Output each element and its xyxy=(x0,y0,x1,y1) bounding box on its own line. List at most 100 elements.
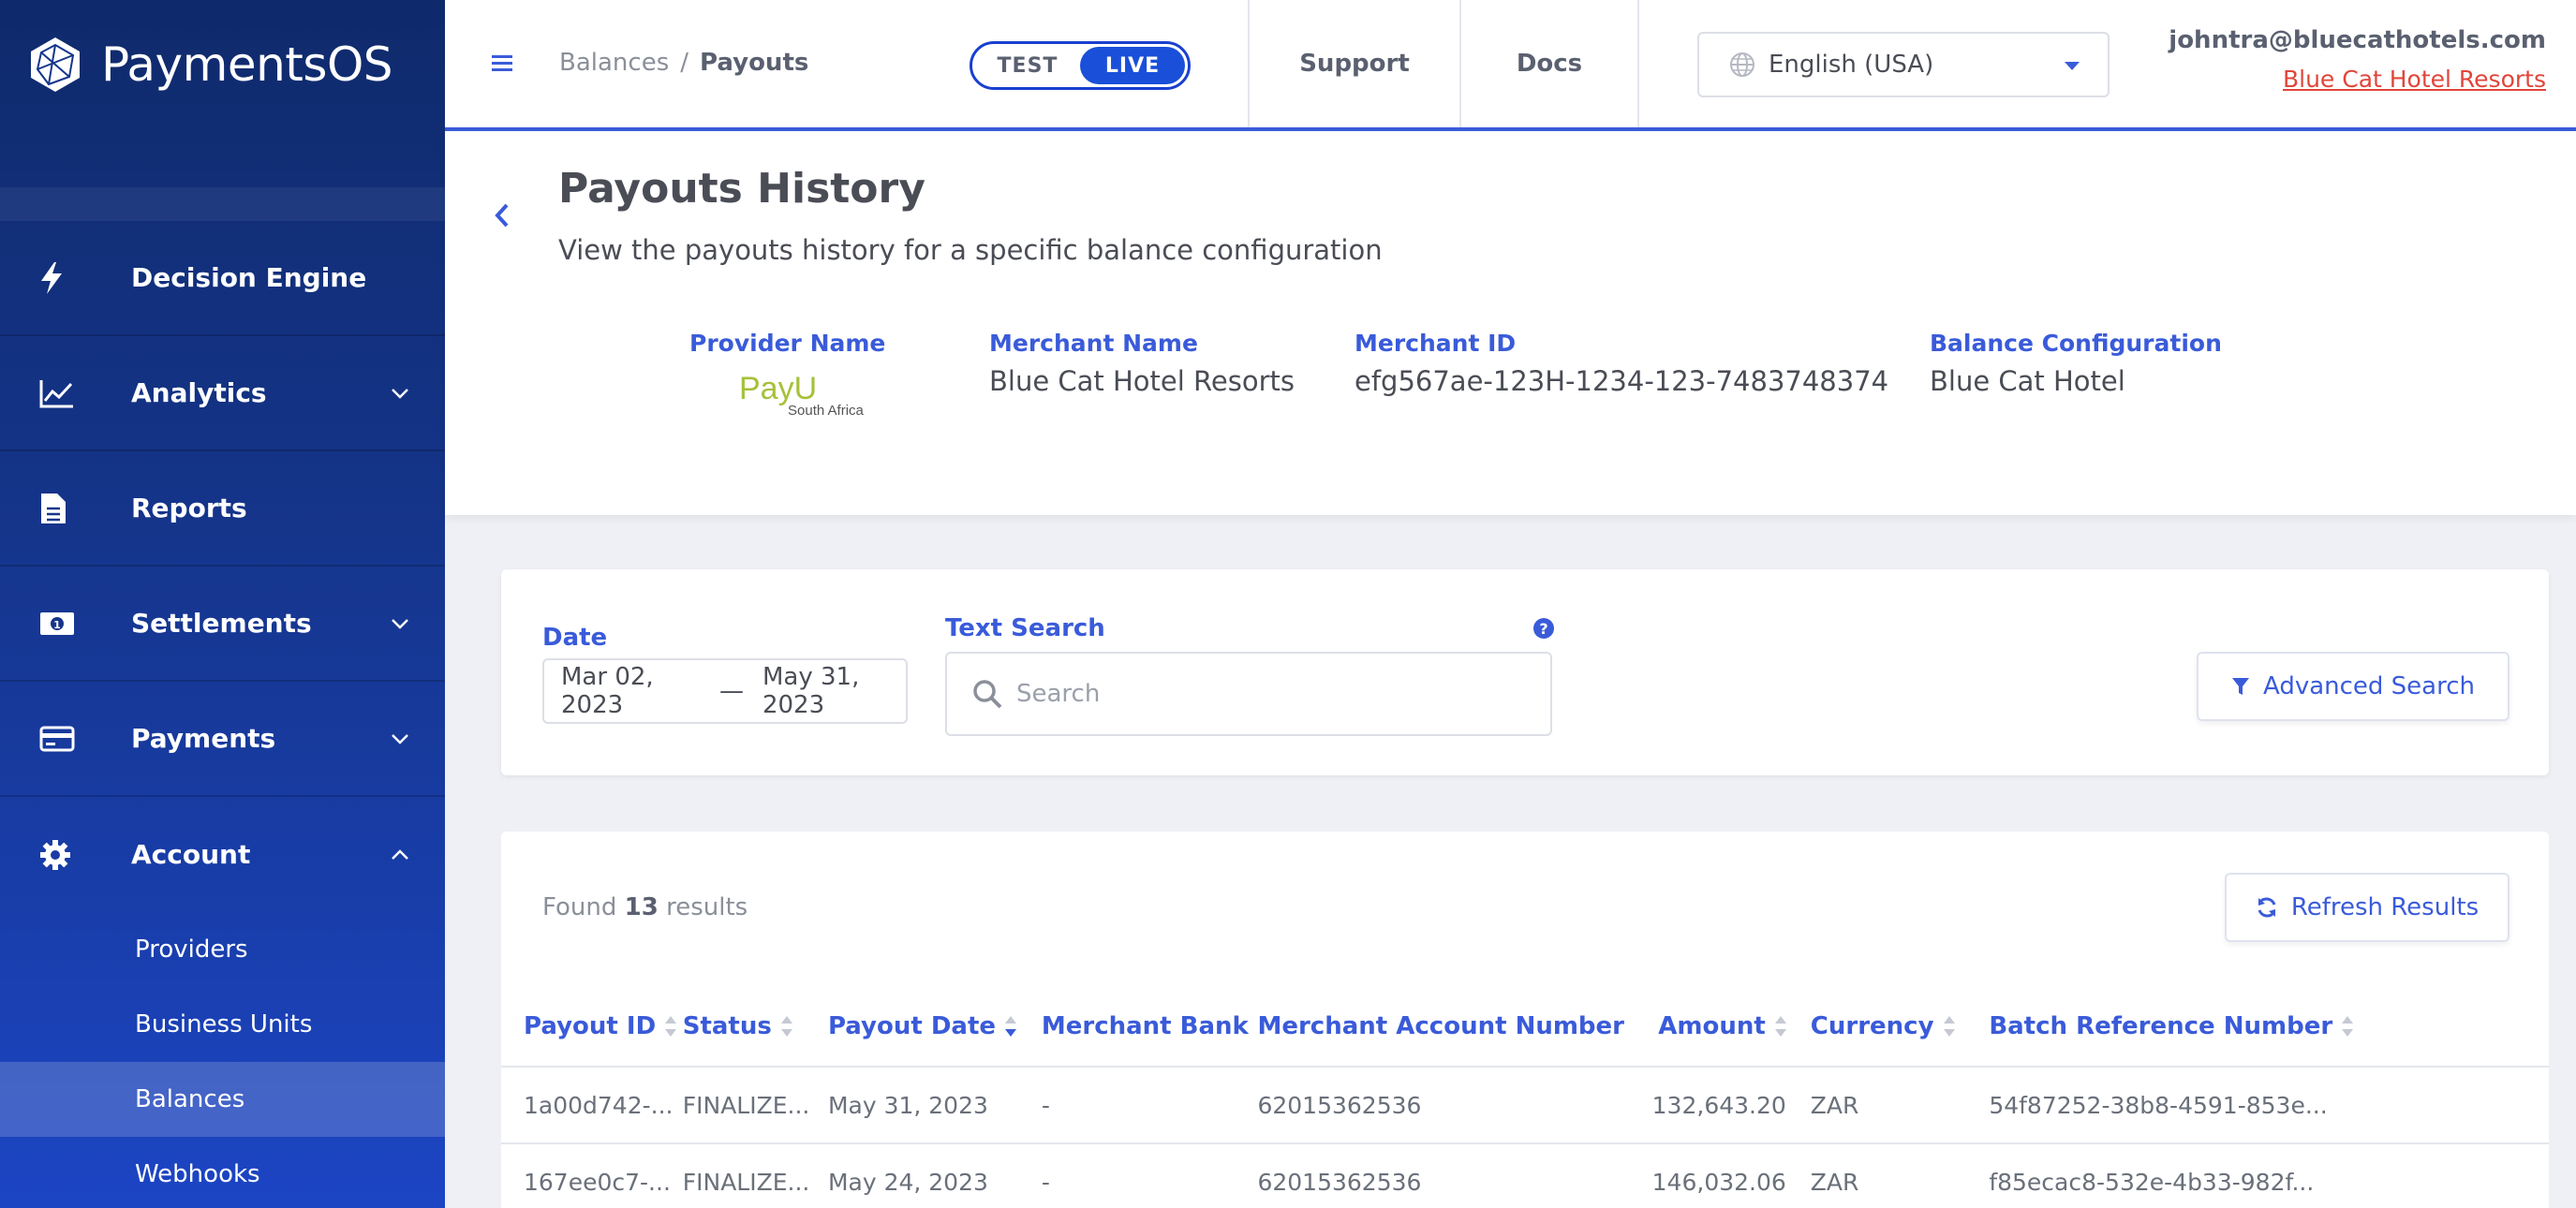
column-header-currency[interactable]: Currency xyxy=(1810,986,1990,1068)
account-submenu: Providers Business Units Balances Webhoo… xyxy=(0,912,445,1208)
cell-merchant-account-number: 62015362536 xyxy=(1257,1067,1624,1144)
breadcrumb-current: Payouts xyxy=(700,49,809,77)
cell-status: FINALIZE... xyxy=(682,1143,828,1208)
cell-payout-date: May 31, 2023 xyxy=(827,1067,1042,1144)
search-panel: Date Mar 02, 2023 — May 31, 2023 Text Se… xyxy=(501,569,2549,775)
document-icon xyxy=(0,492,131,525)
caret-down-icon xyxy=(2065,62,2080,70)
refresh-icon xyxy=(2258,897,2276,918)
advanced-search-button[interactable]: Advanced Search xyxy=(2197,652,2509,721)
chevron-down-icon xyxy=(392,733,408,744)
sidebar-item-label: Reports xyxy=(131,493,247,523)
date-from: Mar 02, 2023 xyxy=(561,663,654,719)
cell-currency: ZAR xyxy=(1810,1067,1990,1144)
docs-link[interactable]: Docs xyxy=(1459,0,1637,127)
sidebar-subitem-providers[interactable]: Providers xyxy=(0,912,445,987)
cell-status: FINALIZE... xyxy=(682,1067,828,1144)
sidebar-item-settlements[interactable]: 1 Settlements xyxy=(0,567,445,682)
bolt-icon xyxy=(0,261,131,294)
date-range-picker[interactable]: Mar 02, 2023 — May 31, 2023 xyxy=(542,658,908,724)
breadcrumb-separator: / xyxy=(680,49,689,77)
merchant-name-value: Blue Cat Hotel Resorts xyxy=(989,365,1295,397)
sidebar-subitem-business-units[interactable]: Business Units xyxy=(0,987,445,1062)
user-info: johntra@bluecathotels.com Blue Cat Hotel… xyxy=(2169,26,2546,93)
results-found-prefix: Found xyxy=(542,893,617,921)
column-header-payout-date[interactable]: Payout Date xyxy=(827,986,1042,1068)
sort-icon[interactable] xyxy=(2342,1016,2354,1037)
environment-toggle[interactable]: TEST LIVE xyxy=(970,41,1191,90)
support-link[interactable]: Support xyxy=(1248,0,1459,127)
hamburger-menu-icon[interactable] xyxy=(492,52,512,73)
cell-currency: ZAR xyxy=(1810,1143,1990,1208)
sort-desc-icon[interactable] xyxy=(1005,1016,1017,1037)
sidebar-subitem-balances[interactable]: Balances xyxy=(0,1062,445,1137)
date-separator: — xyxy=(718,677,744,705)
sidebar-item-label: Payments xyxy=(131,723,276,754)
column-header-status[interactable]: Status xyxy=(682,986,828,1068)
table-row[interactable]: 167ee0c7-... FINALIZE... May 24, 2023 - … xyxy=(501,1143,2549,1208)
provider-name-label: Provider Name xyxy=(689,330,886,357)
cell-payout-id: 167ee0c7-... xyxy=(501,1143,683,1208)
topbar-divider xyxy=(1637,0,1639,127)
back-arrow-icon[interactable] xyxy=(492,201,511,229)
globe-icon xyxy=(1730,52,1754,77)
svg-text:1: 1 xyxy=(53,619,61,631)
sidebar-subitem-webhooks[interactable]: Webhooks xyxy=(0,1137,445,1208)
column-header-merchant-account-number: Merchant Account Number xyxy=(1257,986,1624,1068)
sidebar-item-account[interactable]: Account xyxy=(0,797,445,912)
sidebar-item-label: Decision Engine xyxy=(131,262,367,293)
sidebar-item-analytics[interactable]: Analytics xyxy=(0,336,445,451)
text-search-label: Text Search xyxy=(945,614,1105,642)
cell-amount: 146,032.06 xyxy=(1624,1143,1811,1208)
sidebar-item-decision-engine[interactable]: Decision Engine xyxy=(0,221,445,336)
sidebar-item-payments[interactable]: Payments xyxy=(0,682,445,797)
balance-config-value: Blue Cat Hotel xyxy=(1930,365,2125,397)
language-select[interactable]: English (USA) xyxy=(1697,32,2110,97)
sidebar-item-label: Settlements xyxy=(131,608,312,639)
env-live-option[interactable]: LIVE xyxy=(1080,47,1185,84)
merchant-name-label: Merchant Name xyxy=(989,330,1198,357)
refresh-results-button[interactable]: Refresh Results xyxy=(2225,873,2509,942)
sidebar-nav: Decision Engine Analytics Reports 1 Sett… xyxy=(0,221,445,1208)
page-title: Payouts History xyxy=(558,165,925,213)
provider-logo: PayU South Africa xyxy=(739,373,864,419)
sort-icon[interactable] xyxy=(665,1016,677,1037)
search-input[interactable] xyxy=(1016,680,1485,708)
results-found-suffix: results xyxy=(666,893,748,921)
merchant-id-value: efg567ae-123H-1234-123-7483748374 xyxy=(1355,365,1889,397)
cell-batch-reference: f85ecac8-532e-4b33-982f... xyxy=(1989,1143,2549,1208)
sidebar-divider xyxy=(0,187,445,221)
breadcrumb: Balances / Payouts xyxy=(559,49,808,77)
sort-icon[interactable] xyxy=(780,1016,792,1037)
date-label: Date xyxy=(542,624,608,652)
breadcrumb-parent-link[interactable]: Balances xyxy=(559,49,669,77)
language-value: English (USA) xyxy=(1769,51,1934,79)
cell-merchant-bank: - xyxy=(1041,1067,1258,1144)
sidebar-item-reports[interactable]: Reports xyxy=(0,451,445,567)
search-field[interactable] xyxy=(945,652,1552,736)
help-icon[interactable]: ? xyxy=(1533,618,1554,639)
table-header-row: Payout ID Status Payout Date Merchant Ba… xyxy=(501,986,2549,1068)
gear-icon xyxy=(0,839,131,871)
balance-config-label: Balance Configuration xyxy=(1930,330,2222,357)
column-header-amount[interactable]: Amount xyxy=(1624,986,1811,1068)
sort-icon[interactable] xyxy=(1774,1016,1786,1037)
search-icon xyxy=(973,680,1002,709)
cell-payout-date: May 24, 2023 xyxy=(827,1143,1042,1208)
page-subtitle: View the payouts history for a specific … xyxy=(558,234,1383,266)
cell-amount: 132,643.20 xyxy=(1624,1067,1811,1144)
sidebar-item-label: Analytics xyxy=(131,377,267,408)
payouts-table: Payout ID Status Payout Date Merchant Ba… xyxy=(501,986,2549,1208)
sidebar-item-label: Account xyxy=(131,839,251,870)
cell-merchant-bank: - xyxy=(1041,1143,1258,1208)
merchant-id-label: Merchant ID xyxy=(1355,330,1517,357)
table-row[interactable]: 1a00d742-... FINALIZE... May 31, 2023 - … xyxy=(501,1067,2549,1144)
column-header-batch-reference-number[interactable]: Batch Reference Number xyxy=(1989,986,2549,1068)
sort-icon[interactable] xyxy=(1943,1016,1955,1037)
column-header-payout-id[interactable]: Payout ID xyxy=(501,986,683,1068)
user-company-link[interactable]: Blue Cat Hotel Resorts xyxy=(2169,66,2546,93)
logo-icon xyxy=(31,37,80,92)
app-logo[interactable]: PaymentsOS xyxy=(26,36,393,94)
filter-icon xyxy=(2231,678,2249,695)
env-test-option[interactable]: TEST xyxy=(975,47,1080,84)
